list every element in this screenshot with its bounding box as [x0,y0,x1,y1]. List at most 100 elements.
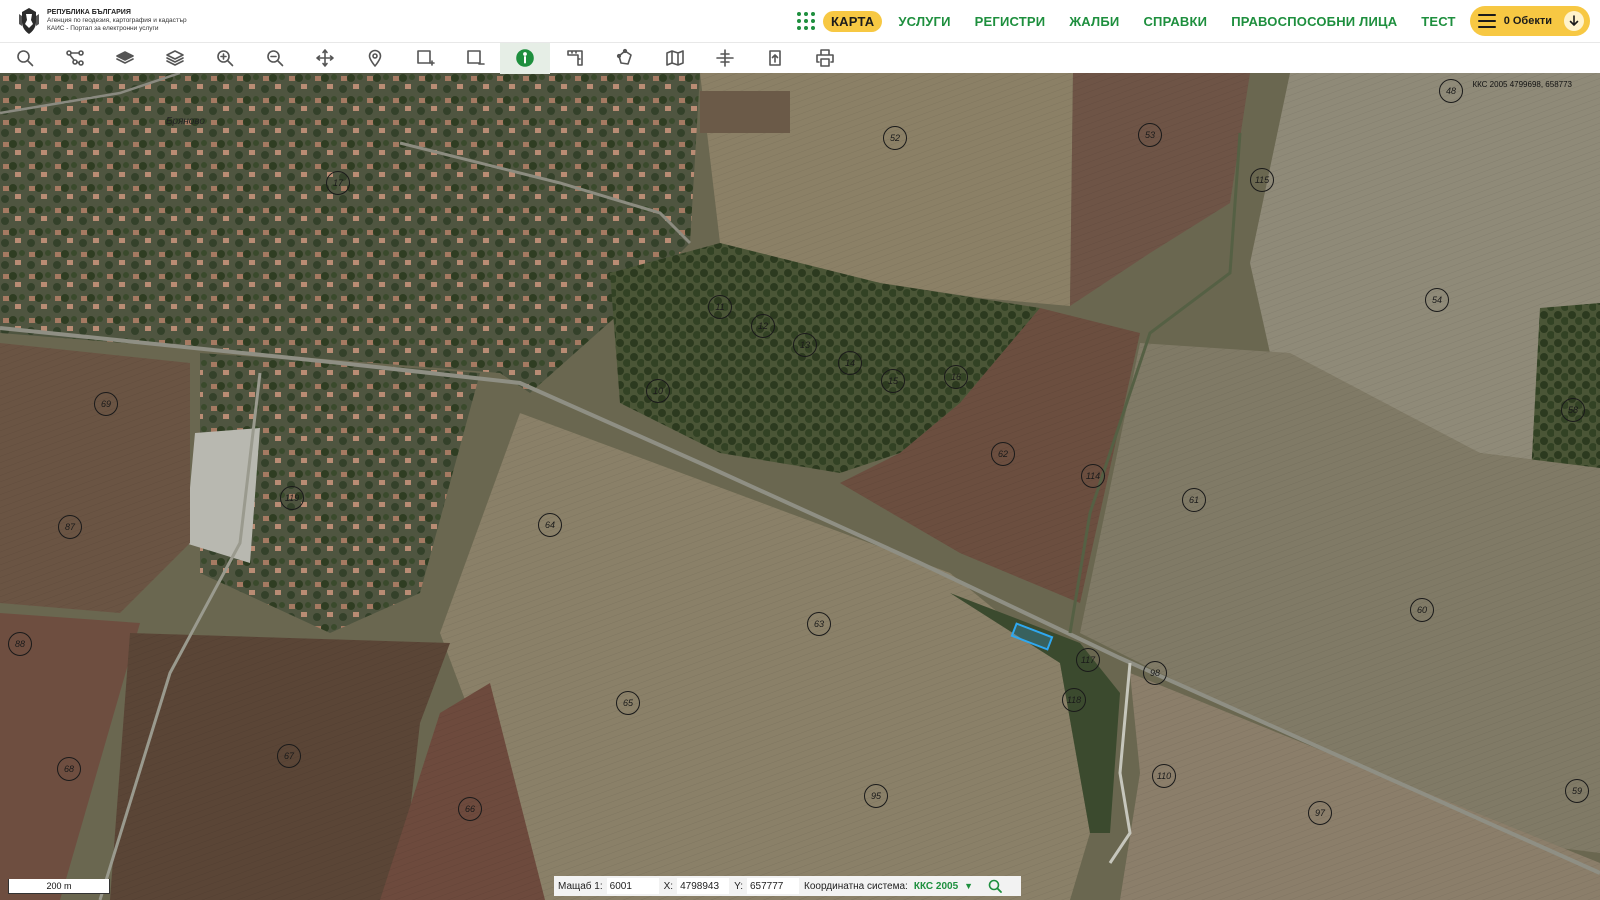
nav-pravosposobni-lica[interactable]: ПРАВОСПОСОБНИ ЛИЦА [1231,14,1397,29]
parcel-number-label[interactable]: 117 [1076,648,1100,672]
search-tool[interactable] [0,43,50,74]
arrow-down-icon [1564,11,1584,31]
map-status-bar: Мащаб 1: X: Y: Координатна система: ККС … [554,876,1022,896]
parcel-number-label[interactable]: 12 [751,314,775,338]
satellite-map[interactable]: ККС 2005 4799698, 658773 Бряново 48 52 53 1… [0,73,1600,900]
scale-bar: 200 m [8,879,110,894]
parcel-number-label[interactable]: 54 [1425,288,1449,312]
zoom-in-icon [217,50,234,67]
print-icon [816,49,834,67]
parcel-number-label[interactable]: 67 [277,744,301,768]
export-icon [769,50,781,66]
parcel-number-label[interactable]: 95 [864,784,888,808]
select-remove-tool[interactable] [450,43,500,74]
nav-zhalbi[interactable]: ЖАЛБИ [1069,14,1119,29]
logo-line-2: Агенция по геодезия, картография и кадас… [47,17,187,24]
crs-select[interactable]: ККС 2005 [914,881,958,892]
objects-basket-button[interactable]: 0 Обекти [1469,6,1590,36]
pan-tool[interactable] [300,43,350,74]
nav-registri[interactable]: РЕГИСТРИ [975,14,1046,29]
export-tool[interactable] [750,43,800,74]
parcel-number-label[interactable]: 61 [1182,488,1206,512]
info-icon [516,49,534,67]
nav-karta[interactable]: КАРТА [823,10,883,32]
map-app: РЕПУБЛИКА БЪЛГАРИЯ Агенция по геодезия, … [0,0,1600,900]
locate-tool[interactable] [350,43,400,74]
parcel-number-label[interactable]: 68 [57,757,81,781]
parcel-number-label[interactable]: 11 [708,295,732,319]
satellite-imagery [0,73,1600,900]
settlement-label: Бряново [166,116,205,127]
parcel-number-label[interactable]: 118 [1062,688,1086,712]
parcel-number-label[interactable]: 58 [1561,398,1585,422]
parcel-number-label[interactable]: 13 [793,333,817,357]
apps-grid-icon[interactable] [797,12,816,30]
route-tool[interactable] [50,43,100,74]
parcel-number-label[interactable]: 63 [807,612,831,636]
parcel-number-label[interactable]: 87 [58,515,82,539]
layers-manage-tool[interactable] [150,43,200,74]
logo-line-3: КАИС - Портал за електронни услуги [47,25,159,32]
zoom-out-icon [267,50,284,67]
layers-icon [166,50,184,66]
parcel-number-label[interactable]: 114 [1081,464,1105,488]
scale-input[interactable] [606,878,659,894]
y-coordinate-input[interactable] [747,878,799,894]
search-icon[interactable] [987,878,1003,894]
parcel-number-label[interactable]: 64 [538,513,562,537]
main-nav: КАРТА УСЛУГИ РЕГИСТРИ ЖАЛБИ СПРАВКИ ПРАВ… [797,0,1590,42]
print-tool[interactable] [800,43,850,74]
chevron-down-icon[interactable]: ▼ [964,881,973,891]
parcel-number-label[interactable]: 48 [1439,79,1463,103]
parcel-number-label[interactable]: 59 [1565,779,1589,803]
move-icon [316,49,334,67]
nodes-icon [66,50,84,66]
parcel-number-label[interactable]: 16 [944,365,968,389]
nav-uslugi[interactable]: УСЛУГИ [898,14,950,29]
coordinates-tool[interactable] [700,43,750,74]
info-tool[interactable] [500,42,550,74]
parcel-number-label[interactable]: 98 [1143,661,1167,685]
parcel-number-label[interactable]: 17 [326,171,350,195]
parcel-number-label[interactable]: 65 [616,691,640,715]
x-label: X: [663,880,674,892]
layers-tool[interactable] [100,43,150,74]
search-icon [17,50,34,67]
crosshair-icon [716,49,734,67]
parcel-number-label[interactable]: 69 [94,392,118,416]
scale-label: Мащаб 1: [558,880,603,892]
parcel-number-label[interactable]: 66 [458,797,482,821]
zoom-out-tool[interactable] [250,43,300,74]
parcel-number-label[interactable]: 14 [838,351,862,375]
parcel-number-label[interactable]: 110 [1152,764,1176,788]
select-add-tool[interactable] [400,43,450,74]
parcel-number-label[interactable]: 97 [1308,801,1332,825]
parcel-number-label[interactable]: 15 [881,369,905,393]
objects-count-label: 0 Обекти [1503,15,1552,27]
nav-test[interactable]: ТЕСТ [1421,14,1455,29]
nav-spravki[interactable]: СПРАВКИ [1143,14,1207,29]
menu-icon [1477,14,1496,28]
parcel-number-label[interactable]: 10 [646,379,670,403]
parcel-number-label[interactable]: 119 [280,486,304,510]
parcel-number-label[interactable]: 88 [8,632,32,656]
x-coordinate-input[interactable] [677,878,730,894]
parcel-number-label[interactable]: 115 [1250,168,1274,192]
parcel-number-label[interactable]: 62 [991,442,1015,466]
ruler-icon [567,50,583,66]
y-label: Y: [734,880,743,892]
agency-logo[interactable]: РЕПУБЛИКА БЪЛГАРИЯ Агенция по геодезия, … [16,0,187,42]
layers-filled-icon [116,51,134,64]
measure-area-tool[interactable] [600,43,650,74]
parcel-number-label[interactable]: 60 [1410,598,1434,622]
parcel-number-label[interactable]: 52 [883,126,907,150]
zoom-in-tool[interactable] [200,43,250,74]
polygon-icon [616,48,632,65]
rect-plus-icon [417,50,435,66]
map-tool[interactable] [650,43,700,74]
parcel-number-label[interactable]: 53 [1138,123,1162,147]
measure-distance-tool[interactable] [550,43,600,74]
logo-line-1: РЕПУБЛИКА БЪЛГАРИЯ [47,9,131,16]
rect-minus-icon [467,50,485,65]
map-toolbar [0,42,1600,74]
